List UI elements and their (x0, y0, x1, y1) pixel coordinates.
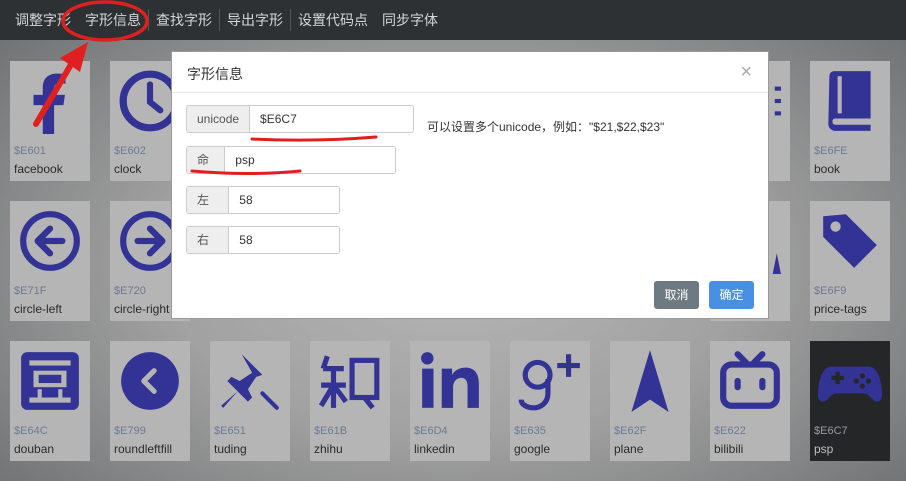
glyph-info-dialog: 字形信息 × unicode 可以设置多个unicode，例如："$21,$22… (171, 51, 769, 319)
close-icon[interactable]: × (740, 62, 752, 82)
top-menu-bar: 调整字形 字形信息 查找字形 导出字形 设置代码点 同步字体 (0, 0, 906, 40)
dialog-title: 字形信息 (187, 66, 243, 82)
unicode-label: unicode (187, 106, 251, 132)
unicode-hint: 可以设置多个unicode，例如："$21,$22,$23" (427, 120, 665, 134)
name-input[interactable] (225, 147, 395, 173)
name-field-group: 命名 (186, 146, 396, 174)
left-bearing-label: 左边距 (187, 187, 230, 213)
cancel-button[interactable]: 取消 (654, 281, 699, 309)
right-bearing-label: 右边距 (187, 227, 230, 253)
confirm-button[interactable]: 确定 (709, 281, 754, 309)
menu-sync-font[interactable]: 同步字体 (375, 0, 445, 40)
right-bearing-input[interactable] (229, 227, 339, 253)
unicode-input[interactable] (250, 106, 413, 132)
name-label: 命名 (187, 147, 226, 173)
menu-adjust-glyph[interactable]: 调整字形 (0, 0, 78, 40)
unicode-field-group: unicode (186, 105, 414, 133)
right-bearing-field-group: 右边距 (186, 226, 340, 254)
dialog-header: 字形信息 × (172, 52, 768, 93)
menu-glyph-info[interactable]: 字形信息 (78, 0, 148, 40)
menu-export-glyph[interactable]: 导出字形 (220, 0, 290, 40)
left-bearing-field-group: 左边距 (186, 186, 340, 214)
menu-set-codepoint[interactable]: 设置代码点 (291, 0, 375, 40)
left-bearing-input[interactable] (229, 187, 339, 213)
menu-find-glyph[interactable]: 查找字形 (149, 0, 219, 40)
